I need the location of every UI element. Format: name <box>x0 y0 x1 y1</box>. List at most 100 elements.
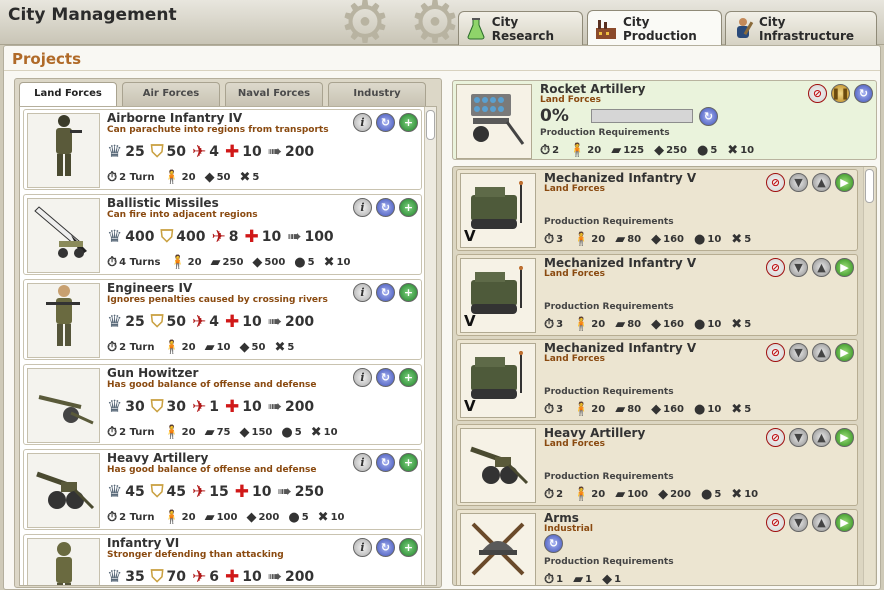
unit-card[interactable]: Airborne Infantry IV Can parachute into r… <box>23 109 422 190</box>
unit-card[interactable]: Heavy Artillery Has good balance of offen… <box>23 449 422 530</box>
unit-stats: ♛ 25 ⛉ 50 ✈ 4 ✚ 10 ➠ 200 <box>107 310 320 334</box>
add-to-queue-button[interactable]: + <box>399 283 418 302</box>
queue-item[interactable]: V Mechanized Infantry V Land Forces Product… <box>456 339 858 421</box>
add-to-queue-button[interactable]: + <box>399 538 418 557</box>
unit-card[interactable]: Engineers IV Ignores penalties caused by … <box>23 279 422 360</box>
attack-icon: ♛ <box>107 567 123 586</box>
subtab-naval-forces[interactable]: Naval Forces <box>225 82 323 106</box>
oil-drop-icon: ● <box>288 509 300 525</box>
add-to-queue-button[interactable]: + <box>399 198 418 217</box>
info-button[interactable]: i <box>353 538 372 557</box>
unit-list-scrollbar[interactable] <box>424 107 436 585</box>
requirements-label: Production Requirements <box>544 302 674 312</box>
cancel-button[interactable]: ⊘ <box>766 428 785 447</box>
stat-speed: 200 <box>284 399 315 415</box>
stat-speed: 200 <box>284 569 315 585</box>
iron-ore-icon: ◆ <box>246 509 257 525</box>
cycle-icon: ↻ <box>380 201 391 214</box>
pause-button[interactable]: ❚❚ <box>831 84 850 103</box>
cancel-button[interactable]: ⊘ <box>766 343 785 362</box>
move-down-button[interactable]: ▼ <box>789 428 808 447</box>
repeat-button[interactable]: ↻ <box>699 107 718 126</box>
queue-item[interactable]: V Mechanized Infantry V Land Forces Product… <box>456 169 858 251</box>
repeat-button[interactable]: ↻ <box>376 368 395 387</box>
queue-item[interactable]: Arms Industrial ↻ Production Requirements ⏱ 1… <box>456 509 858 585</box>
info-button[interactable]: i <box>353 113 372 132</box>
unit-card[interactable]: Ballistic Missiles Can fire into adjacent… <box>23 194 422 275</box>
start-button[interactable]: ▶ <box>835 343 854 362</box>
queue-item[interactable]: V Mechanized Infantry V Land Forces Product… <box>456 254 858 336</box>
plus-icon: + <box>403 116 414 129</box>
health-cross-icon: ✚ <box>234 482 249 502</box>
cancel-button[interactable]: ⊘ <box>766 258 785 277</box>
move-down-button[interactable]: ▼ <box>789 513 808 532</box>
unit-name: Airborne Infantry IV <box>107 111 243 125</box>
move-down-button[interactable]: ▼ <box>789 258 808 277</box>
repeat-button[interactable]: ↻ <box>376 538 395 557</box>
rocket-artillery-icon <box>461 88 527 156</box>
arrow-up-icon: ▲ <box>817 431 826 444</box>
cancel-button[interactable]: ⊘ <box>766 173 785 192</box>
req-rare: 5 <box>744 318 752 330</box>
subtab-land-forces[interactable]: Land Forces <box>19 82 117 108</box>
cancel-button[interactable]: ⊘ <box>766 513 785 532</box>
cancel-button[interactable]: ⊘ <box>808 84 827 103</box>
req-turns: 3 <box>556 233 564 245</box>
infantry-icon <box>42 537 86 585</box>
move-up-button[interactable]: ▲ <box>812 343 831 362</box>
anti-air-icon: ✈ <box>191 142 207 162</box>
queue-unit-category: Land Forces <box>544 269 605 279</box>
repeat-button[interactable]: ↻ <box>376 283 395 302</box>
tab-city-production[interactable]: City Production <box>587 10 722 46</box>
subtab-industry[interactable]: Industry <box>328 82 426 106</box>
move-up-button[interactable]: ▲ <box>812 258 831 277</box>
repeat-button[interactable]: ↻ <box>376 113 395 132</box>
queue-item[interactable]: Heavy Artillery Land Forces Production Req… <box>456 424 858 506</box>
stat-attack: 400 <box>125 229 155 245</box>
cycle-icon: ↻ <box>858 87 869 100</box>
engineer-icon <box>42 282 86 360</box>
move-down-button[interactable]: ▼ <box>789 173 808 192</box>
subtab-air-forces[interactable]: Air Forces <box>122 82 220 106</box>
stopwatch-icon: ⏱ <box>107 169 118 185</box>
scrollbar-thumb[interactable] <box>426 110 435 140</box>
add-to-queue-button[interactable]: + <box>399 368 418 387</box>
start-button[interactable]: ▶ <box>835 173 854 192</box>
move-up-button[interactable]: ▲ <box>812 428 831 447</box>
unit-description: Can parachute into regions from transpor… <box>107 125 329 135</box>
req-oil: 5 <box>307 256 315 268</box>
production-queue: V Mechanized Infantry V Land Forces Product… <box>452 166 877 586</box>
stat-defense: 30 <box>166 399 186 415</box>
unit-card[interactable]: Infantry VI Stronger defending than attac… <box>23 534 422 586</box>
tab-city-infrastructure[interactable]: City Infrastructure <box>725 11 877 45</box>
cancel-icon: ⊘ <box>770 176 781 189</box>
plus-icon: + <box>403 286 414 299</box>
move-up-button[interactable]: ▲ <box>812 513 831 532</box>
start-button[interactable]: ▶ <box>835 513 854 532</box>
start-button[interactable]: ▶ <box>835 258 854 277</box>
queue-scrollbar[interactable] <box>863 167 875 585</box>
repeat-button[interactable]: ↻ <box>376 198 395 217</box>
repeat-button[interactable]: ↻ <box>544 534 563 553</box>
req-manpower: 20 <box>181 171 196 183</box>
unit-card[interactable]: Gun Howitzer Has good balance of offense … <box>23 364 422 445</box>
start-button[interactable]: ▶ <box>835 428 854 447</box>
unit-portrait <box>27 198 100 273</box>
req-steel: 80 <box>627 318 642 330</box>
req-turns: 1 <box>556 573 564 585</box>
info-button[interactable]: i <box>353 453 372 472</box>
add-to-queue-button[interactable]: + <box>399 113 418 132</box>
cycle-icon: ↻ <box>380 286 391 299</box>
scrollbar-thumb[interactable] <box>865 169 874 203</box>
info-button[interactable]: i <box>353 283 372 302</box>
repeat-button[interactable]: ↻ <box>376 453 395 472</box>
repeat-button[interactable]: ↻ <box>854 84 873 103</box>
req-rare: 5 <box>287 341 295 353</box>
add-to-queue-button[interactable]: + <box>399 453 418 472</box>
anti-air-icon: ✈ <box>191 397 207 417</box>
move-down-button[interactable]: ▼ <box>789 343 808 362</box>
tab-city-research[interactable]: City Research <box>458 11 583 45</box>
move-up-button[interactable]: ▲ <box>812 173 831 192</box>
info-button[interactable]: i <box>353 368 372 387</box>
info-button[interactable]: i <box>353 198 372 217</box>
